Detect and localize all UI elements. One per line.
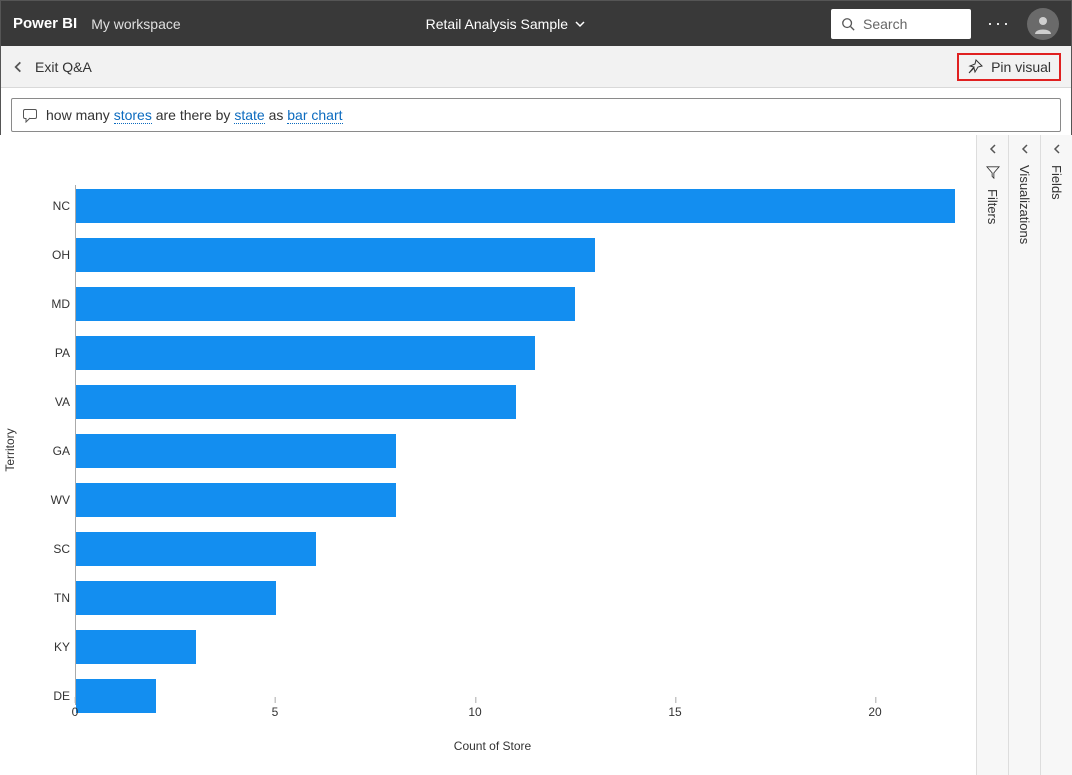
fields-panel-collapsed[interactable]: Fields (1040, 135, 1072, 775)
filter-icon (986, 165, 1000, 179)
bar-row: OH (76, 234, 955, 276)
qna-text-part: as (265, 107, 288, 123)
user-avatar[interactable] (1027, 8, 1059, 40)
category-label: PA (34, 332, 70, 374)
brand-label: Power BI (13, 15, 77, 32)
fields-panel-label: Fields (1049, 165, 1064, 200)
qna-term-stores: stores (114, 107, 152, 124)
bar-row: MD (76, 283, 955, 325)
category-label: KY (34, 626, 70, 668)
bar-row: WV (76, 479, 955, 521)
qna-text-part: are there by (152, 107, 235, 123)
report-title-dropdown[interactable]: Retail Analysis Sample (195, 16, 817, 32)
chart-inner: Territory NCOHMDPAVAGAWVSCTNKYDE 0510152… (20, 145, 965, 755)
category-label: SC (34, 528, 70, 570)
chat-icon (22, 107, 38, 123)
pin-visual-label: Pin visual (991, 59, 1051, 75)
header-right: Search ··· (831, 8, 1059, 40)
bar[interactable] (76, 483, 396, 517)
app-header: Power BI My workspace Retail Analysis Sa… (1, 1, 1071, 46)
bar[interactable] (76, 336, 535, 370)
x-tick: 0 (72, 705, 79, 719)
x-tick: 5 (272, 705, 279, 719)
y-axis-label: Territory (3, 428, 17, 471)
report-title-text: Retail Analysis Sample (426, 16, 568, 32)
bar[interactable] (76, 630, 196, 664)
bar-row: PA (76, 332, 955, 374)
bar-row: TN (76, 577, 955, 619)
visualizations-panel-collapsed[interactable]: Visualizations (1008, 135, 1040, 775)
chevron-left-icon (11, 60, 25, 74)
visualizations-panel-label: Visualizations (1017, 165, 1032, 244)
bar[interactable] (76, 238, 595, 272)
bar[interactable] (76, 434, 396, 468)
x-tick: 15 (668, 705, 681, 719)
pin-visual-button[interactable]: Pin visual (957, 53, 1061, 81)
chevron-left-icon (987, 143, 999, 155)
chevron-left-icon (1019, 143, 1031, 155)
bar[interactable] (76, 287, 575, 321)
exit-qna-label: Exit Q&A (35, 59, 92, 75)
exit-qna-button[interactable]: Exit Q&A (11, 59, 92, 75)
qna-term-bar-chart: bar chart (287, 107, 342, 124)
category-label: DE (34, 675, 70, 717)
qna-text: how many stores are there by state as ba… (46, 107, 343, 123)
x-axis-label: Count of Store (20, 739, 965, 753)
bar-row: NC (76, 185, 955, 227)
bar[interactable] (76, 532, 316, 566)
category-label: MD (34, 283, 70, 325)
bar-row: SC (76, 528, 955, 570)
category-label: OH (34, 234, 70, 276)
category-label: NC (34, 185, 70, 227)
bar[interactable] (76, 581, 276, 615)
search-input[interactable]: Search (831, 9, 971, 39)
bar-row: VA (76, 381, 955, 423)
chevron-down-icon (574, 18, 586, 30)
chevron-left-icon (1051, 143, 1063, 155)
bar[interactable] (76, 385, 516, 419)
qna-text-part: how many (46, 107, 114, 123)
qna-container: how many stores are there by state as ba… (1, 88, 1071, 132)
qna-input[interactable]: how many stores are there by state as ba… (11, 98, 1061, 132)
more-options-button[interactable]: ··· (981, 13, 1017, 34)
bar-row: GA (76, 430, 955, 472)
search-placeholder: Search (863, 16, 907, 32)
x-tick: 20 (868, 705, 881, 719)
x-tick: 10 (468, 705, 481, 719)
filters-panel-label: Filters (985, 189, 1000, 224)
search-icon (841, 17, 855, 31)
category-label: VA (34, 381, 70, 423)
pin-icon (967, 59, 983, 75)
chart-visual[interactable]: Territory NCOHMDPAVAGAWVSCTNKYDE 0510152… (0, 135, 976, 775)
category-label: GA (34, 430, 70, 472)
command-bar: Exit Q&A Pin visual (1, 46, 1071, 88)
qna-term-state: state (234, 107, 264, 124)
x-axis: 0 5 10 15 20 (75, 705, 955, 725)
plot-area: NCOHMDPAVAGAWVSCTNKYDE (75, 185, 955, 705)
bar[interactable] (76, 189, 955, 223)
bar-row: KY (76, 626, 955, 668)
category-label: TN (34, 577, 70, 619)
filters-panel-collapsed[interactable]: Filters (976, 135, 1008, 775)
category-label: WV (34, 479, 70, 521)
main-area: Territory NCOHMDPAVAGAWVSCTNKYDE 0510152… (0, 135, 1072, 775)
workspace-name[interactable]: My workspace (91, 16, 180, 32)
